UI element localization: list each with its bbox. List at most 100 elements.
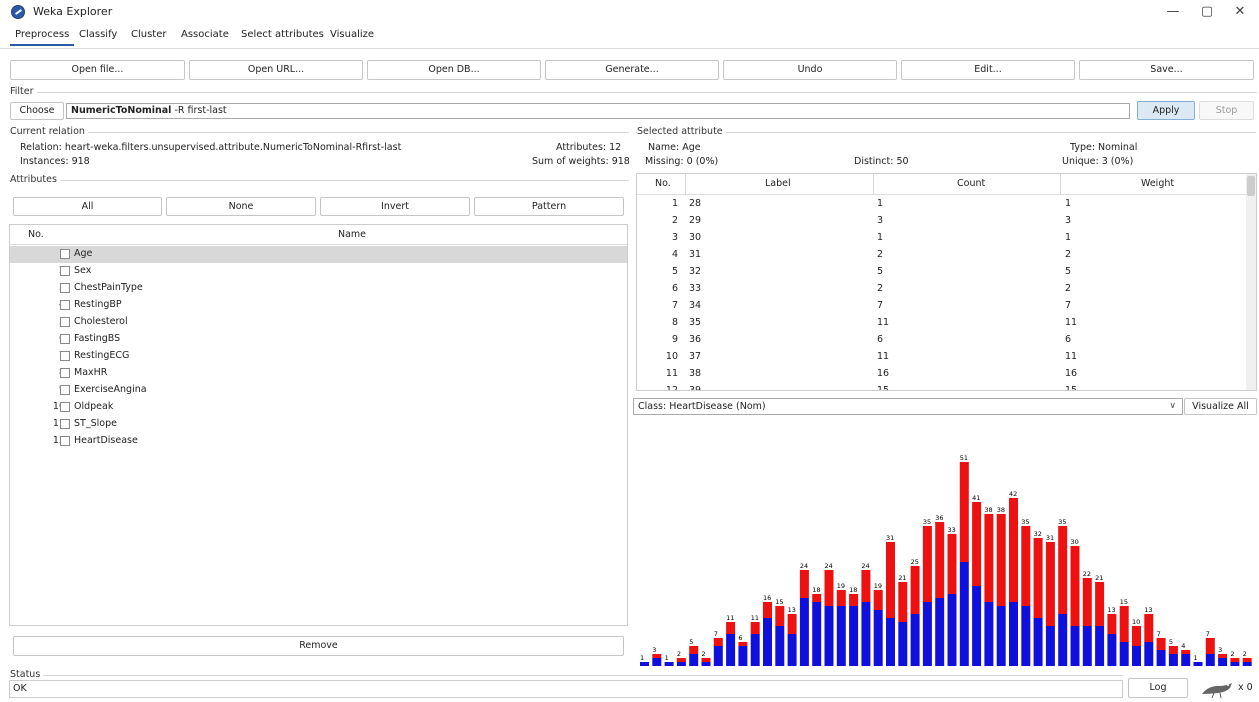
edit-button[interactable]: Edit... [901,60,1075,80]
value-row[interactable]: 5 32 5 5 [637,264,1256,281]
value-row[interactable]: 3 30 1 1 [637,230,1256,247]
open-file-button[interactable]: Open file... [10,60,185,80]
tab-visualize[interactable]: Visualize [325,27,379,46]
select-none-button[interactable]: None [166,197,316,216]
attribute-row[interactable]: 12 HeartDisease [10,433,627,450]
attribute-checkbox[interactable] [60,436,70,446]
tab-cluster[interactable]: Cluster [126,27,172,46]
value-row[interactable]: 2 29 3 3 [637,213,1256,230]
histogram-bar-red [1045,542,1055,626]
apply-button[interactable]: Apply [1137,101,1195,120]
value-row[interactable]: 6 33 2 2 [637,281,1256,298]
close-icon[interactable]: ✕ [1230,4,1250,19]
attribute-checkbox[interactable] [60,385,70,395]
attribute-row[interactable]: 9ExerciseAngina [10,382,627,399]
histogram-bar-blue [775,626,785,666]
histogram-bar-label: 24 [825,562,833,570]
value-weight: 3 [1065,215,1072,226]
histogram-bar-red [799,570,809,598]
choose-filter-button[interactable]: Choose [10,102,64,120]
histogram-bar-label: 38 [984,506,992,514]
pattern-button[interactable]: Pattern [474,197,624,216]
values-scrollbar[interactable] [1246,174,1256,390]
histogram-bar-blue [849,606,859,666]
attribute-row[interactable]: 6FastingBS [10,331,627,348]
filter-name: NumericToNominal [71,105,172,116]
attribute-checkbox[interactable] [60,419,70,429]
save-button[interactable]: Save... [1079,60,1254,80]
attribute-checkbox[interactable] [60,368,70,378]
open-url-button[interactable]: Open URL... [189,60,363,80]
invert-selection-button[interactable]: Invert [320,197,470,216]
value-row[interactable]: 9 36 6 6 [637,332,1256,349]
attribute-row[interactable]: 11 ST_Slope [10,416,627,433]
attribute-checkbox[interactable] [60,249,70,259]
visualize-all-button[interactable]: Visualize All [1184,398,1257,415]
values-scrollbar-thumb[interactable] [1247,176,1255,196]
value-row[interactable]: 8 35 11 11 [637,315,1256,332]
attribute-row[interactable]: 2Sex [10,263,627,280]
attribute-name: Oldpeak [74,401,114,412]
values-col-label: Label [765,178,791,189]
attribute-checkbox[interactable] [60,266,70,276]
attribute-row[interactable]: 7RestingECG [10,348,627,365]
histogram-bar-red [910,566,920,614]
attribute-row[interactable]: 8MaxHR [10,365,627,382]
histogram-bar-blue [1132,646,1141,666]
histogram-bar-red [861,570,871,602]
attribute-row[interactable]: 1Age [10,246,627,263]
histogram-bar-label: 13 [1107,606,1115,614]
value-label: 38 [689,368,702,379]
maximize-icon[interactable]: ▢ [1197,4,1217,19]
attribute-checkbox[interactable] [60,351,70,361]
attribute-row[interactable]: 5Cholesterol [10,314,627,331]
select-all-button[interactable]: All [13,197,162,216]
tab-preprocess[interactable]: Preprocess [10,27,75,46]
value-weight: 11 [1065,351,1078,362]
attribute-checkbox[interactable] [60,402,70,412]
histogram-bar-label: 1 [665,654,669,662]
histogram-bar-blue [738,646,748,666]
open-db-button[interactable]: Open DB... [367,60,541,80]
value-row[interactable]: 10 37 11 11 [637,349,1256,366]
class-histogram: 131 25271161116 151324182419 18241931212535… [640,454,1252,666]
value-count: 11 [877,317,890,328]
histogram-bar-label: 18 [849,586,857,594]
attributes-count: Attributes: 12 [556,142,622,153]
minimize-icon[interactable]: — [1163,4,1183,19]
attribute-row[interactable]: 3ChestPainType [10,280,627,297]
histogram-bar-label: 13 [788,606,796,614]
tab-classify[interactable]: Classify [74,27,122,46]
attribute-row[interactable]: 10 Oldpeak [10,399,627,416]
window-title: Weka Explorer [33,5,113,18]
value-row[interactable]: 12 39 15 15 [637,383,1256,390]
value-count: 7 [877,300,884,311]
histogram-bar-red [849,594,859,606]
attribute-checkbox[interactable] [60,300,70,310]
tab-associate[interactable]: Associate [176,27,234,46]
value-row[interactable]: 11 38 16 16 [637,366,1256,383]
filter-field[interactable]: NumericToNominal -R first-last [66,103,1130,119]
undo-button[interactable]: Undo [723,60,897,80]
histogram-bar-label: 36 [935,514,943,522]
histogram-bar-label: 21 [1095,574,1103,582]
generate-button[interactable]: Generate... [545,60,719,80]
attribute-row[interactable]: 4RestingBP [10,297,627,314]
value-count: 1 [877,198,884,209]
tab-select-attributes[interactable]: Select attributes [236,27,329,46]
remove-button[interactable]: Remove [13,636,624,656]
histogram-bar-red [1107,614,1117,634]
class-select[interactable]: Class: HeartDisease (Nom) ∨ [633,398,1183,415]
histogram-bar-label: 7 [714,630,718,638]
value-weight: 5 [1065,266,1072,277]
attribute-checkbox[interactable] [60,317,70,327]
log-button[interactable]: Log [1128,678,1188,698]
value-row[interactable]: 7 34 7 7 [637,298,1256,315]
attribute-checkbox[interactable] [60,334,70,344]
selected-attr-unique: Unique: 3 (0%) [1062,156,1134,167]
value-row[interactable]: 1 28 1 1 [637,196,1256,213]
value-row[interactable]: 4 31 2 2 [637,247,1256,264]
histogram-bar-red [1181,650,1191,654]
histogram-bar-blue [1156,650,1166,666]
attribute-checkbox[interactable] [60,283,70,293]
